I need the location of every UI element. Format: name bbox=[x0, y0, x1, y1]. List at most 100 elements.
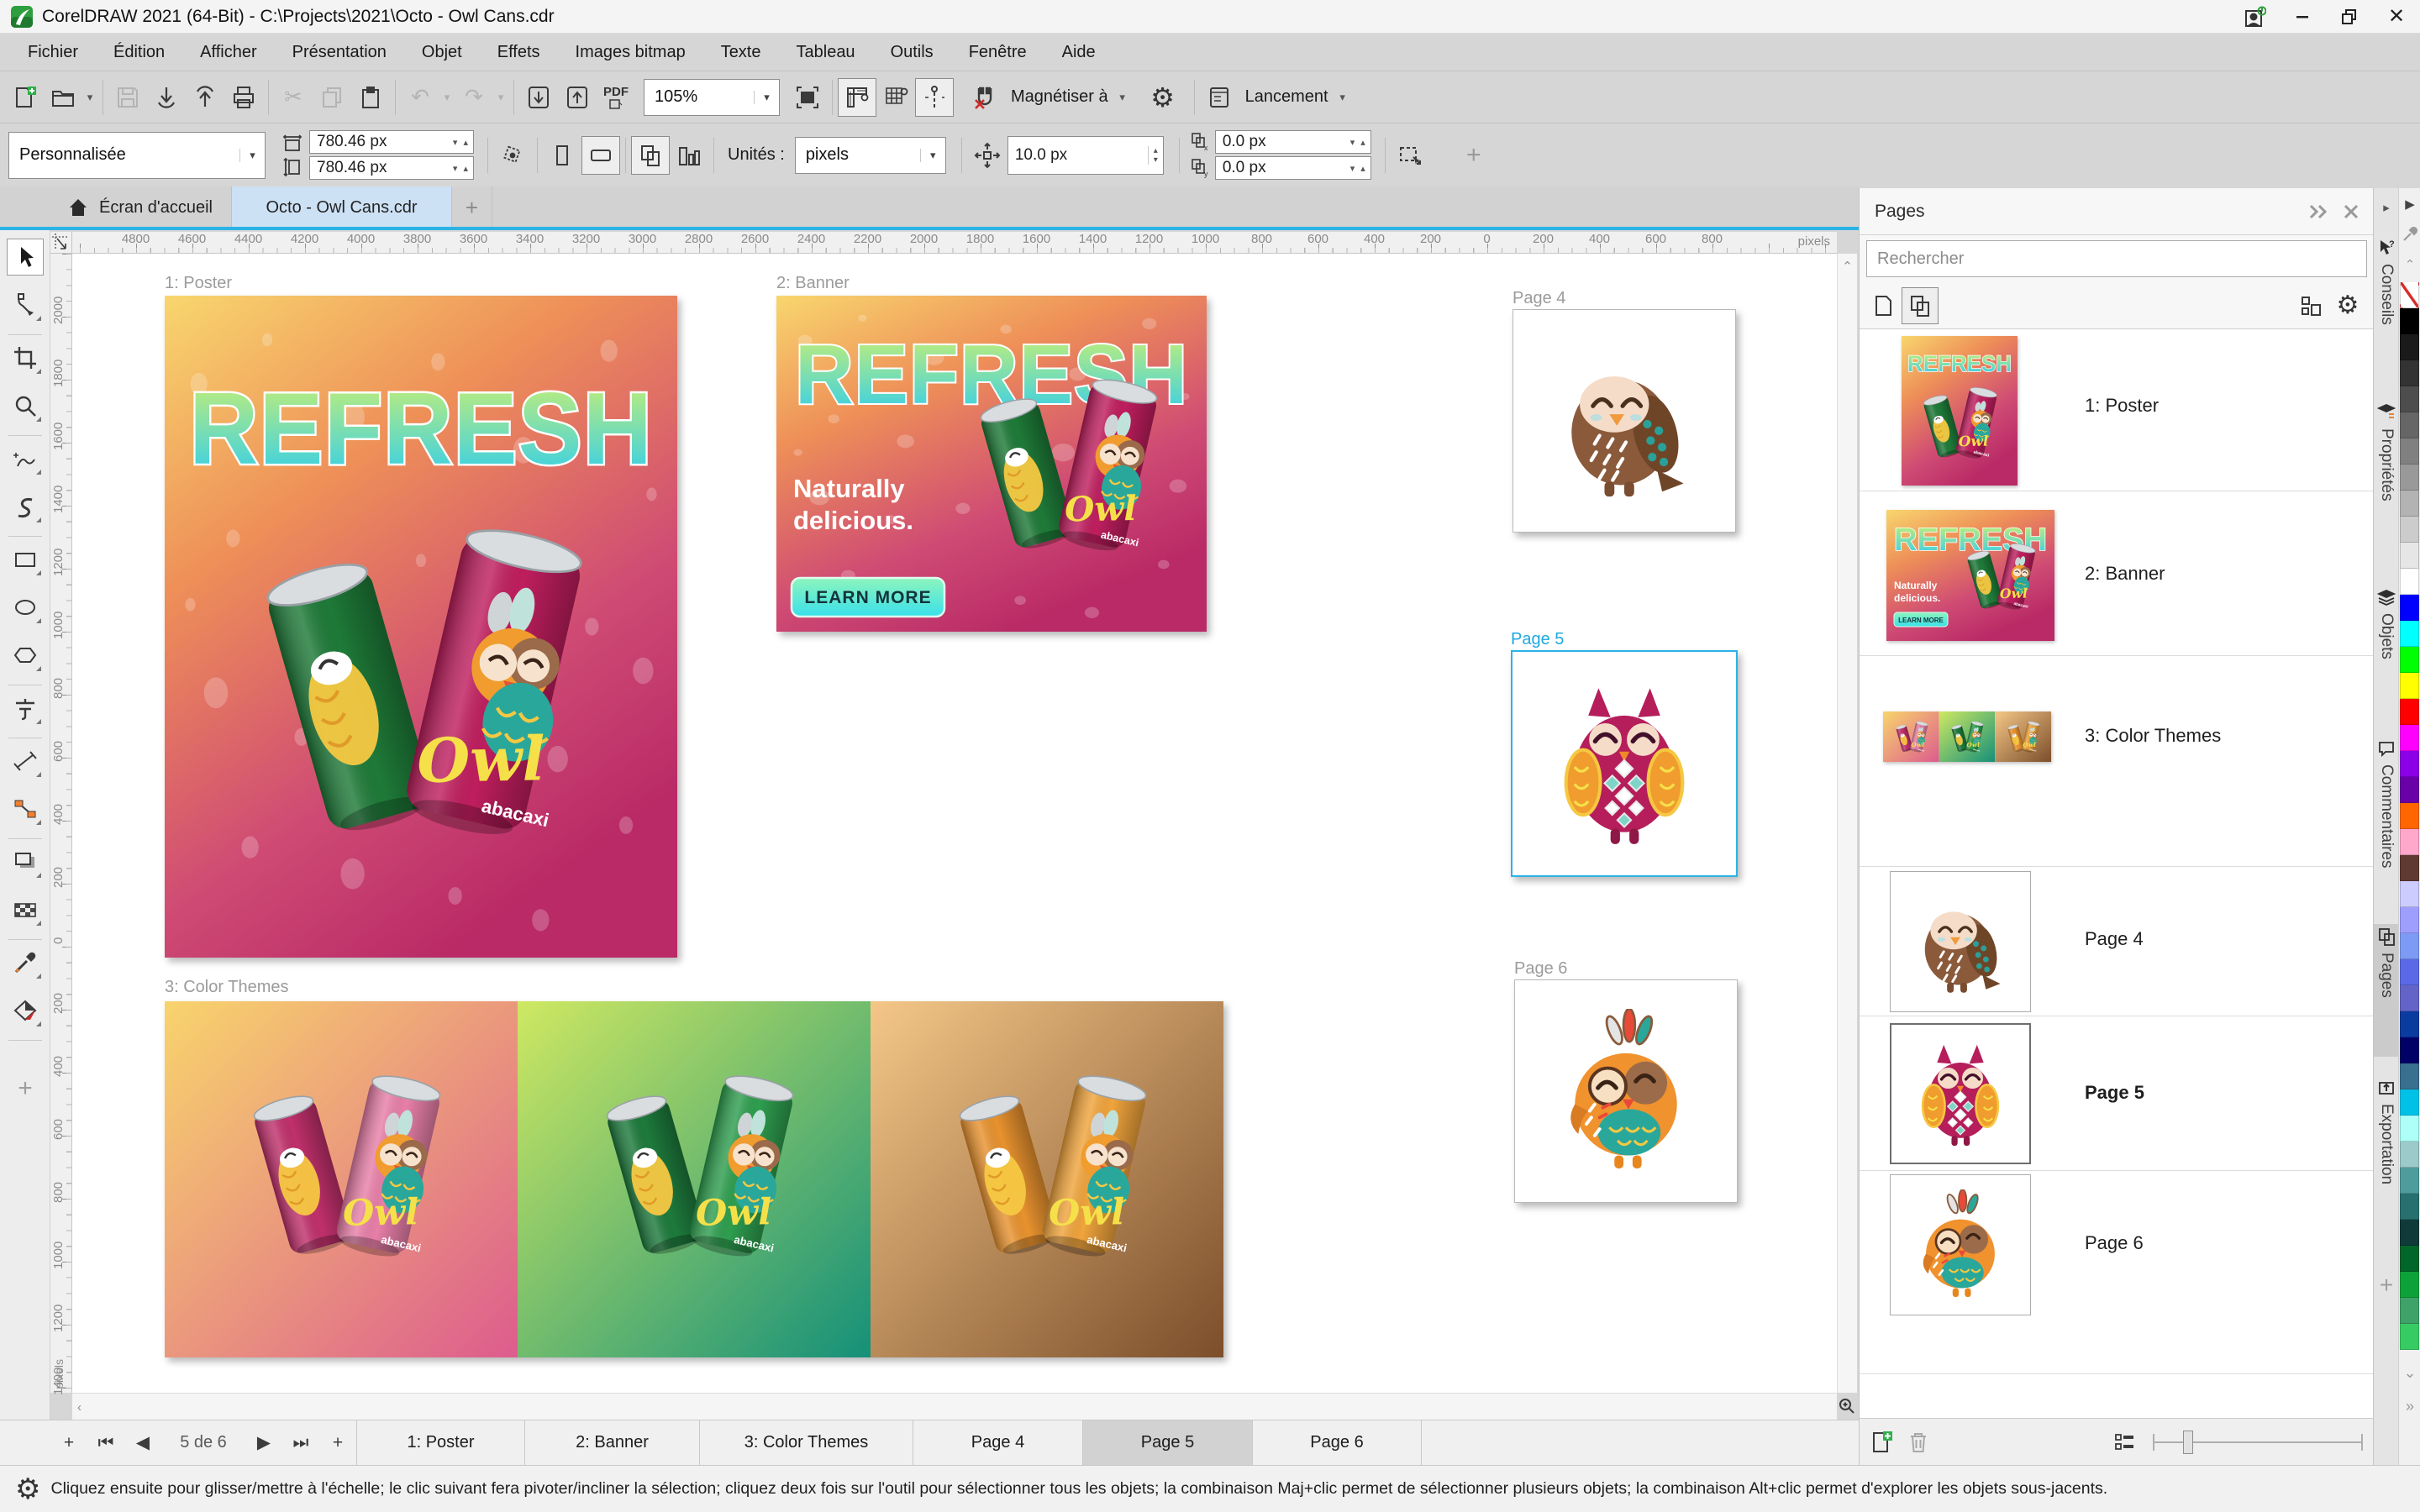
launch-button[interactable]: Lancement bbox=[1239, 78, 1335, 117]
menu-item[interactable]: Effets bbox=[480, 34, 558, 71]
snap-to-button[interactable]: Magnétiser à bbox=[1004, 78, 1115, 117]
tab-document[interactable]: Octo - Owl Cans.cdr bbox=[232, 186, 452, 228]
scroll-left-icon[interactable]: ‹ bbox=[72, 1394, 1837, 1415]
rulers-toggle[interactable] bbox=[838, 78, 876, 117]
palette-swatch[interactable] bbox=[2400, 621, 2419, 647]
text-tool[interactable] bbox=[7, 690, 44, 727]
connector-tool[interactable] bbox=[7, 790, 44, 827]
palette-swatch[interactable] bbox=[2400, 386, 2419, 412]
palette-swatch[interactable] bbox=[2400, 360, 2419, 386]
slider-handle[interactable] bbox=[2183, 1431, 2193, 1454]
palette-swatch[interactable] bbox=[2400, 959, 2419, 985]
polygon-tool[interactable] bbox=[7, 637, 44, 674]
palette-swatch[interactable] bbox=[2400, 1324, 2419, 1350]
palette-swatch[interactable] bbox=[2400, 699, 2419, 725]
palette-swatch[interactable] bbox=[2400, 438, 2419, 465]
docker-tab-conseils[interactable]: ? Conseils bbox=[2374, 235, 2399, 325]
export-button[interactable] bbox=[558, 78, 597, 117]
page-row-poster[interactable]: REFRESH 1: Poster bbox=[1860, 329, 2373, 491]
tab-home[interactable]: Écran d'accueil bbox=[49, 186, 232, 228]
page-tab-5[interactable]: Page 5 bbox=[1082, 1420, 1252, 1465]
palette-expand-icon[interactable]: » bbox=[2399, 1398, 2420, 1415]
docker-options-button[interactable]: ⚙ bbox=[2329, 287, 2366, 324]
palette-scroll-up-icon[interactable]: ⌃ bbox=[2399, 257, 2420, 272]
print-button[interactable] bbox=[224, 78, 263, 117]
minimize-button[interactable] bbox=[2279, 0, 2326, 34]
page-row-6[interactable]: Page 6 bbox=[1860, 1171, 2373, 1374]
docker-tab-add[interactable]: + bbox=[2374, 1268, 2399, 1299]
docker-tab-pages[interactable]: Pages bbox=[2374, 924, 2399, 1057]
palette-swatch[interactable] bbox=[2400, 308, 2419, 334]
eyedropper-tool[interactable] bbox=[7, 944, 44, 981]
dimension-tool[interactable] bbox=[7, 743, 44, 780]
menu-item[interactable]: Aide bbox=[1044, 34, 1113, 71]
palette-swatch[interactable] bbox=[2400, 1063, 2419, 1089]
thumbnail-size-slider[interactable] bbox=[2153, 1424, 2363, 1461]
palette-swatch[interactable] bbox=[2400, 1037, 2419, 1063]
guidelines-toggle[interactable] bbox=[915, 78, 954, 117]
redo-dropdown[interactable]: ▾ bbox=[493, 91, 508, 104]
menu-item[interactable]: Tableau bbox=[779, 34, 873, 71]
portrait-button[interactable] bbox=[543, 136, 581, 175]
width-spinner[interactable]: ▾ ▴ bbox=[450, 137, 473, 148]
all-pages-size-button[interactable] bbox=[670, 136, 708, 175]
palette-scroll-down-icon[interactable]: ⌄ bbox=[2399, 1364, 2420, 1382]
previous-page-button[interactable]: ◀ bbox=[124, 1420, 161, 1465]
zoom-scroll-button[interactable] bbox=[1837, 1393, 1857, 1420]
upload-button[interactable] bbox=[186, 78, 224, 117]
palette-swatch[interactable] bbox=[2400, 1011, 2419, 1037]
undo-button[interactable]: ↶ bbox=[401, 78, 439, 117]
page-tab-4[interactable]: Page 4 bbox=[913, 1420, 1082, 1465]
page-angle-button[interactable] bbox=[493, 136, 532, 175]
page-row-4[interactable]: Page 4 bbox=[1860, 867, 2373, 1016]
palette-swatch[interactable] bbox=[2400, 569, 2419, 595]
palette-swatch[interactable] bbox=[2400, 933, 2419, 959]
menu-item[interactable]: Fenêtre bbox=[951, 34, 1044, 71]
page-tab-6[interactable]: Page 6 bbox=[1252, 1420, 1422, 1465]
save-button[interactable] bbox=[108, 78, 147, 117]
palette-swatch[interactable] bbox=[2400, 881, 2419, 907]
landscape-button[interactable] bbox=[581, 136, 620, 175]
palette-swatch[interactable] bbox=[2400, 1089, 2419, 1116]
palette-swatch[interactable] bbox=[2400, 334, 2419, 360]
page-tab-banner[interactable]: 2: Banner bbox=[524, 1420, 699, 1465]
palette-swatch[interactable] bbox=[2400, 855, 2419, 881]
delete-page-button[interactable] bbox=[1900, 1424, 1937, 1461]
multi-page-view-button[interactable] bbox=[1902, 287, 1939, 324]
scroll-up-icon[interactable]: ⌃ bbox=[1838, 254, 1857, 274]
interactive-fill-tool[interactable] bbox=[7, 992, 44, 1029]
palette-flyout-icon[interactable]: ▶ bbox=[2399, 197, 2420, 212]
palette-swatch[interactable] bbox=[2400, 595, 2419, 621]
transparency-tool[interactable] bbox=[7, 891, 44, 928]
palette-eyedropper-icon[interactable] bbox=[2399, 227, 2420, 242]
nudge-spinner[interactable]: ▴▾ bbox=[1148, 146, 1163, 165]
palette-swatch[interactable] bbox=[2400, 777, 2419, 803]
restore-button[interactable] bbox=[2326, 0, 2373, 34]
nudge-field[interactable]: 10.0 px ▴▾ bbox=[1007, 136, 1164, 175]
thumbnail-options-button[interactable] bbox=[2292, 287, 2329, 324]
single-page-view-button[interactable] bbox=[1865, 287, 1902, 324]
open-button[interactable] bbox=[44, 78, 82, 117]
palette-swatch[interactable] bbox=[2400, 1168, 2419, 1194]
treat-as-filled-button[interactable] bbox=[1391, 136, 1429, 175]
page5-canvas[interactable] bbox=[1511, 650, 1738, 877]
docker-tab-proprietes[interactable]: Propriétés bbox=[2374, 400, 2399, 501]
page-width-field[interactable]: 780.46 px▾ ▴ bbox=[309, 130, 474, 154]
docker-tab-objets[interactable]: Objets bbox=[2374, 585, 2399, 659]
sign-in-button[interactable] bbox=[2232, 0, 2279, 34]
palette-swatch[interactable] bbox=[2400, 1116, 2419, 1142]
menu-item[interactable]: Édition bbox=[96, 34, 182, 71]
palette-swatch[interactable] bbox=[2400, 1246, 2419, 1272]
palette-swatch[interactable] bbox=[2400, 491, 2419, 517]
banner-artboard[interactable]: REFRESH Naturally delicious. LEARN MORE bbox=[776, 296, 1207, 632]
page-row-5[interactable]: Page 5 bbox=[1860, 1016, 2373, 1171]
palette-swatch[interactable] bbox=[2400, 985, 2419, 1011]
palette-swatch[interactable] bbox=[2400, 725, 2419, 751]
palette-swatch[interactable] bbox=[2400, 647, 2419, 673]
propbar-add-button[interactable]: + bbox=[1455, 136, 1493, 175]
menu-item[interactable]: Images bitmap bbox=[558, 34, 703, 71]
next-page-button[interactable]: ▶ bbox=[245, 1420, 282, 1465]
themes-artboard[interactable] bbox=[165, 1001, 1223, 1357]
palette-swatch[interactable] bbox=[2400, 1272, 2419, 1298]
fullscreen-preview-button[interactable] bbox=[788, 78, 827, 117]
